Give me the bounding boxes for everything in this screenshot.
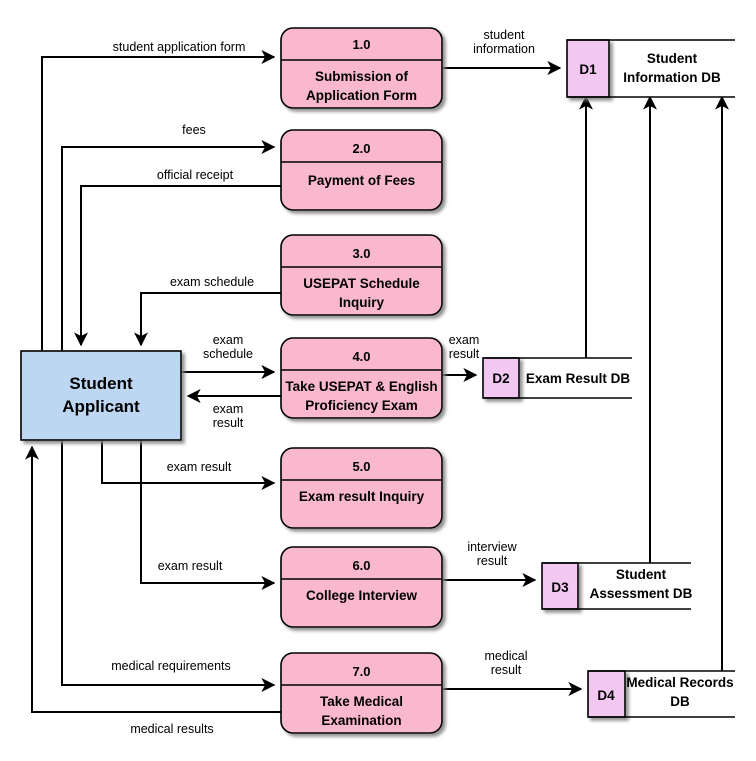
flow-label: fees bbox=[182, 123, 206, 137]
flow-label: exam bbox=[213, 333, 244, 347]
data-store-name-line1: Medical Records bbox=[626, 675, 733, 690]
flow-label: exam result bbox=[158, 559, 223, 573]
flow-student-application-form: student application form bbox=[41, 40, 276, 352]
process-name-line2: Proficiency Exam bbox=[305, 398, 418, 413]
process-name-line1: USEPAT Schedule bbox=[303, 276, 420, 291]
flow-label: exam bbox=[449, 333, 480, 347]
flow-label: exam result bbox=[167, 460, 232, 474]
process-name-line1: Take Medical bbox=[320, 694, 403, 709]
process-name-line2: Application Form bbox=[306, 88, 417, 103]
process-number: 4.0 bbox=[352, 349, 370, 364]
process-name-line2: Inquiry bbox=[339, 295, 384, 310]
flow-exam-result-to-applicant: exam result bbox=[186, 389, 281, 430]
flow-label: medical requirements bbox=[111, 659, 231, 673]
flow-exam-schedule-inquiry-result: exam schedule bbox=[134, 275, 281, 347]
process-number: 1.0 bbox=[352, 37, 370, 52]
data-store-key: D3 bbox=[551, 580, 569, 595]
process-name-line1: Exam result Inquiry bbox=[299, 489, 425, 504]
external-entity-student-applicant[interactable] bbox=[20, 350, 182, 441]
flow-exam-result-to-inquiry: exam result bbox=[101, 440, 276, 490]
flow-student-information: student information bbox=[442, 28, 562, 75]
flow-exam-schedule-to-exam: exam schedule bbox=[181, 333, 276, 379]
process-name-line1: College Interview bbox=[306, 588, 418, 603]
process-number: 5.0 bbox=[352, 459, 370, 474]
process-name-line1: Take USEPAT & English bbox=[285, 379, 437, 394]
flow-interview-result: interview result bbox=[442, 540, 537, 587]
flow-label-2: information bbox=[473, 42, 535, 56]
flow-label: exam bbox=[213, 402, 244, 416]
data-store-key: D1 bbox=[579, 62, 597, 77]
flow-label-2: result bbox=[449, 347, 480, 361]
flow-label: exam schedule bbox=[170, 275, 254, 289]
process-number: 6.0 bbox=[352, 558, 370, 573]
flow-label-2: result bbox=[213, 416, 244, 430]
data-store-key: D2 bbox=[492, 371, 509, 386]
flow-label-2: schedule bbox=[203, 347, 253, 361]
flow-fees: fees bbox=[61, 123, 276, 352]
data-store-name-line2: DB bbox=[670, 694, 690, 709]
flow-label: medical bbox=[484, 649, 527, 663]
data-store-name-line1: Student bbox=[647, 51, 698, 66]
flow-label: official receipt bbox=[157, 168, 234, 182]
flow-medical-results: medical results bbox=[25, 445, 281, 736]
flow-label: interview bbox=[467, 540, 517, 554]
process-name-line1: Payment of Fees bbox=[308, 173, 415, 188]
external-entity-label-line1: Student bbox=[69, 374, 133, 393]
process-name-line1: Submission of bbox=[315, 69, 409, 84]
flow-label: student bbox=[483, 28, 525, 42]
flow-label: medical results bbox=[130, 722, 213, 736]
process-name-line2: Examination bbox=[321, 713, 401, 728]
data-store-key: D4 bbox=[597, 688, 615, 703]
flow-label: student application form bbox=[113, 40, 246, 54]
flow-exam-result-to-store: exam result bbox=[442, 333, 480, 382]
process-number: 2.0 bbox=[352, 141, 370, 156]
flow-label-2: result bbox=[477, 554, 508, 568]
data-store-name-line1: Student bbox=[616, 567, 667, 582]
external-entity-label-line2: Applicant bbox=[62, 397, 140, 416]
data-store-name-line1: Exam Result DB bbox=[526, 371, 631, 386]
data-store-name-line2: Information DB bbox=[623, 70, 721, 85]
data-store-name-line2: Assessment DB bbox=[590, 586, 693, 601]
process-number: 3.0 bbox=[352, 246, 370, 261]
flow-official-receipt: official receipt bbox=[74, 168, 281, 347]
dfd-canvas: student application form fees official r… bbox=[20, 27, 735, 736]
process-number: 7.0 bbox=[352, 664, 370, 679]
flow-label-2: result bbox=[491, 663, 522, 677]
flow-medical-result: medical result bbox=[442, 649, 583, 696]
